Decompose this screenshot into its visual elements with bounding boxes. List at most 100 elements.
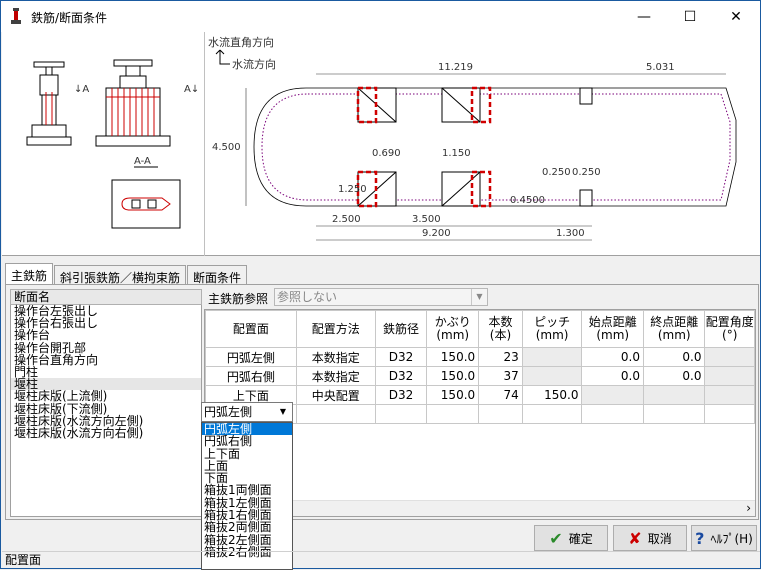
chevron-down-icon[interactable]: ▼ xyxy=(275,404,291,420)
list-item[interactable]: 堰柱床版(水流方向右側) xyxy=(11,427,201,439)
cell-angle xyxy=(704,385,755,405)
question-icon: ? xyxy=(695,528,705,548)
cell-method[interactable]: 本数指定 xyxy=(295,347,376,367)
cell-angle-new[interactable] xyxy=(704,404,755,424)
title-bar: 鉄筋/断面条件 — ☐ ✕ xyxy=(1,1,760,32)
cross-icon: ✘ xyxy=(628,528,642,548)
cell-cover[interactable]: 150.0 xyxy=(426,347,480,367)
scroll-right-icon[interactable]: › xyxy=(746,501,751,515)
cell-count[interactable]: 23 xyxy=(478,347,523,367)
section-list-header: 断面名 xyxy=(10,289,202,305)
cell-pitch xyxy=(521,366,583,386)
cell-face[interactable]: 円弧右側 xyxy=(205,366,297,386)
dim-total-top: 11.219 xyxy=(438,62,473,73)
pier-elevation-figure: ↓A A↓ A-A xyxy=(2,32,205,256)
dim-0250a: 0.250 xyxy=(542,167,571,178)
close-button[interactable]: ✕ xyxy=(713,1,759,32)
cell-method[interactable]: 中央配置 xyxy=(295,385,376,405)
dim-right-top: 5.031 xyxy=(646,62,675,73)
rebar-reference-label: 主鉄筋参照 xyxy=(208,292,269,306)
chevron-down-icon: ▼ xyxy=(471,289,487,305)
app-icon xyxy=(11,8,21,24)
list-item[interactable]: 操作台開孔部 xyxy=(11,341,201,353)
dim-1250: 1.250 xyxy=(338,184,367,195)
figure-area: ↓A A↓ A-A 水流直角方向 水流方向 11.219 5.031 4.500… xyxy=(2,32,760,256)
flow-perpendicular-label: 水流直角方向 xyxy=(208,35,274,49)
dim-1300: 1.300 xyxy=(556,228,585,239)
dim-0690: 0.690 xyxy=(372,148,401,159)
tab-main-rebar[interactable]: 主鉄筋 xyxy=(5,263,54,285)
dialog-window: 鉄筋/断面条件 — ☐ ✕ ↓A A↓ A-A 水流直角方向 水流方向 11.2… xyxy=(0,0,761,570)
help-button[interactable]: ? ﾍﾙﾌﾟ(H) xyxy=(691,525,757,551)
col-header-method: 配置方法 xyxy=(295,310,376,348)
minimize-button[interactable]: — xyxy=(621,1,667,32)
tab-panel: 断面名 操作台左張出し 操作台右張出し 操作台 操作台開孔部 操作台直角方向 門… xyxy=(5,284,759,520)
tab-shear-rebar[interactable]: 斜引張鉄筋／横拘束筋 xyxy=(54,265,187,285)
cell-end[interactable]: 0.0 xyxy=(642,347,706,367)
pier-side-view xyxy=(26,61,72,146)
list-item[interactable]: 門柱 xyxy=(11,366,201,378)
dim-1150: 1.150 xyxy=(442,148,471,159)
cell-angle xyxy=(704,366,755,386)
tab-strip: 主鉄筋 斜引張鉄筋／横拘束筋 断面条件 xyxy=(5,263,248,285)
flow-direction-label: 水流方向 xyxy=(232,57,276,71)
openings-top xyxy=(357,87,593,123)
maximize-button[interactable]: ☐ xyxy=(667,1,713,32)
col-header-face: 配置面 xyxy=(205,310,297,348)
cancel-button[interactable]: ✘ 取消 xyxy=(613,525,687,551)
cell-start xyxy=(581,385,644,405)
pier-outline xyxy=(253,87,737,207)
list-item[interactable]: 操作台直角方向 xyxy=(11,354,201,366)
window-title: 鉄筋/断面条件 xyxy=(31,11,108,25)
dim-height: 4.500 xyxy=(212,142,241,153)
rebar-reference-select: 参照しない ▼ xyxy=(274,288,488,306)
face-combo-editor[interactable]: 円弧左側 ▼ xyxy=(201,402,293,422)
cell-cover[interactable]: 150.0 xyxy=(426,385,480,405)
list-item[interactable]: 堰柱床版(上流側) xyxy=(11,390,201,402)
dim-9200: 9.200 xyxy=(422,228,451,239)
table-row: 円弧左側 本数指定 D32 150.0 23 0.0 0.0 xyxy=(205,347,755,367)
cell-pitch[interactable]: 150.0 xyxy=(521,385,583,405)
cell-method-new[interactable] xyxy=(295,404,376,424)
face-dropdown-list[interactable]: 円弧左側 円弧右側 上下面 上面 下面 箱抜1両側面 箱抜1左側面 箱抜1右側面… xyxy=(201,422,293,570)
list-item[interactable]: 操作台 xyxy=(11,329,201,341)
dim-0450: 0.4500 xyxy=(510,195,545,206)
cell-diameter[interactable]: D32 xyxy=(374,347,428,367)
cell-start[interactable]: 0.0 xyxy=(581,366,644,386)
col-header-angle: 配置角度 (°) xyxy=(704,310,755,348)
cell-start-new[interactable] xyxy=(581,404,644,424)
cell-diameter[interactable]: D32 xyxy=(374,385,428,405)
dropdown-option[interactable]: 円弧右側 xyxy=(202,435,292,448)
cell-cover[interactable]: 150.0 xyxy=(426,366,480,386)
cell-pitch-new[interactable] xyxy=(521,404,583,424)
table-row: 円弧右側 本数指定 D32 150.0 37 0.0 0.0 xyxy=(205,366,755,386)
section-listbox[interactable]: 操作台左張出し 操作台右張出し 操作台 操作台開孔部 操作台直角方向 門柱 堰柱… xyxy=(10,305,202,517)
cell-end-new[interactable] xyxy=(642,404,706,424)
col-header-diameter: 鉄筋径 xyxy=(374,310,428,348)
cell-cover-new[interactable] xyxy=(426,404,480,424)
tab-section-conditions[interactable]: 断面条件 xyxy=(187,265,248,285)
rebar-dotted-line xyxy=(261,93,731,201)
cell-diameter-new[interactable] xyxy=(374,404,428,424)
dropdown-option[interactable]: 箱抜2両側面 xyxy=(202,521,292,534)
cell-start[interactable]: 0.0 xyxy=(581,347,644,367)
cell-end[interactable]: 0.0 xyxy=(642,366,706,386)
col-header-count: 本数 (本) xyxy=(478,310,523,348)
col-header-cover: かぶり (mm) xyxy=(426,310,480,348)
cell-diameter[interactable]: D32 xyxy=(374,366,428,386)
cell-face[interactable]: 円弧左側 xyxy=(205,347,297,367)
cell-count-new[interactable] xyxy=(478,404,523,424)
cell-count[interactable]: 37 xyxy=(478,366,523,386)
dropdown-option[interactable]: 箱抜1両側面 xyxy=(202,484,292,497)
cell-pitch xyxy=(521,347,583,367)
cell-method[interactable]: 本数指定 xyxy=(295,366,376,386)
cell-count[interactable]: 74 xyxy=(478,385,523,405)
dim-2500: 2.500 xyxy=(332,214,361,225)
cell-angle xyxy=(704,347,755,367)
dim-0250b: 0.250 xyxy=(572,167,601,178)
ok-button[interactable]: ✔ 確定 xyxy=(534,525,608,551)
list-item[interactable]: 堰柱床版(下流側) xyxy=(11,402,201,414)
dim-3500: 3.500 xyxy=(412,214,441,225)
col-header-pitch: ピッチ (mm) xyxy=(521,310,583,348)
col-header-end: 終点距離 (mm) xyxy=(642,310,706,348)
